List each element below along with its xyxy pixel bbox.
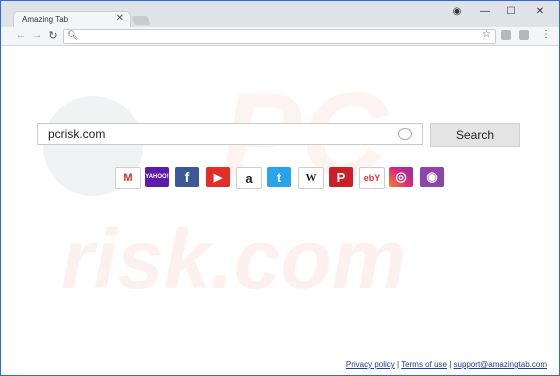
ebay-glyph: ebY [363, 173, 381, 183]
extension-icon-2[interactable] [519, 30, 529, 40]
instagram-glyph: ◎ [395, 169, 407, 184]
page-content: PC risk.com pcrisk.com Search M YAHOO! f… [1, 46, 559, 375]
new-tab-button[interactable] [131, 16, 151, 25]
ebay-icon[interactable]: ebY [359, 167, 385, 189]
menu-icon[interactable]: ⋮ [541, 29, 551, 40]
twitter-glyph: t [276, 169, 282, 185]
minimize-button[interactable]: — [478, 6, 492, 17]
wikipedia-glyph: W [305, 172, 317, 184]
youtube-icon[interactable]: ▶ [206, 167, 230, 187]
yahoo-glyph: YAHOO! [145, 174, 169, 180]
forward-button[interactable]: → [31, 29, 43, 41]
tab-close-icon[interactable]: ✕ [116, 13, 124, 24]
privacy-policy-link[interactable]: Privacy policy [346, 360, 395, 369]
instagram-icon[interactable]: ◎ [389, 167, 413, 187]
gmail-glyph: M [123, 172, 133, 184]
account-icon[interactable]: ◉ [450, 6, 464, 17]
maximize-button[interactable]: ☐ [504, 6, 518, 17]
search-icon: 🔍︎ [67, 30, 79, 40]
youtube-glyph: ▶ [213, 171, 223, 184]
browser-window: Amazing Tab ✕ ◉ — ☐ ✕ ← → ↻ 🔍︎ ☆ ⋮ PC ri… [0, 0, 560, 376]
browser-toolbar: ← → ↻ 🔍︎ ☆ ⋮ [1, 27, 559, 46]
speech-bubble-icon [398, 128, 412, 140]
search-button[interactable]: Search [430, 123, 520, 147]
extension-icon[interactable] [501, 30, 511, 40]
search-input-value: pcrisk.com [48, 127, 106, 141]
podcasts-icon[interactable]: ◉ [420, 167, 444, 187]
reload-button[interactable]: ↻ [47, 29, 59, 42]
amazon-glyph: a [245, 170, 253, 186]
watermark-risk: risk.com [61, 212, 407, 306]
address-bar[interactable]: 🔍︎ ☆ [63, 29, 496, 44]
tab-title: Amazing Tab [22, 15, 69, 24]
gmail-icon[interactable]: M [115, 167, 141, 189]
footer-links: Privacy policy | Terms of use | support@… [346, 360, 547, 369]
podcasts-glyph: ◉ [426, 169, 438, 184]
yahoo-icon[interactable]: YAHOO! [145, 167, 169, 187]
support-email-link[interactable]: support@amazingtab.com [454, 360, 548, 369]
pinterest-icon[interactable]: P [329, 167, 353, 187]
amazon-icon[interactable]: a [236, 167, 262, 189]
twitter-icon[interactable]: t [267, 167, 291, 187]
facebook-icon[interactable]: f [175, 167, 199, 187]
back-button[interactable]: ← [15, 29, 27, 41]
search-input[interactable]: pcrisk.com [37, 123, 423, 145]
close-window-button[interactable]: ✕ [533, 6, 547, 17]
tab-amazing-tab[interactable]: Amazing Tab ✕ [13, 11, 131, 28]
terms-of-use-link[interactable]: Terms of use [401, 360, 447, 369]
facebook-glyph: f [184, 169, 190, 185]
bookmark-star-icon[interactable]: ☆ [482, 29, 491, 40]
title-bar: Amazing Tab ✕ ◉ — ☐ ✕ [1, 1, 559, 28]
pinterest-glyph: P [336, 169, 346, 185]
wikipedia-icon[interactable]: W [298, 167, 324, 189]
